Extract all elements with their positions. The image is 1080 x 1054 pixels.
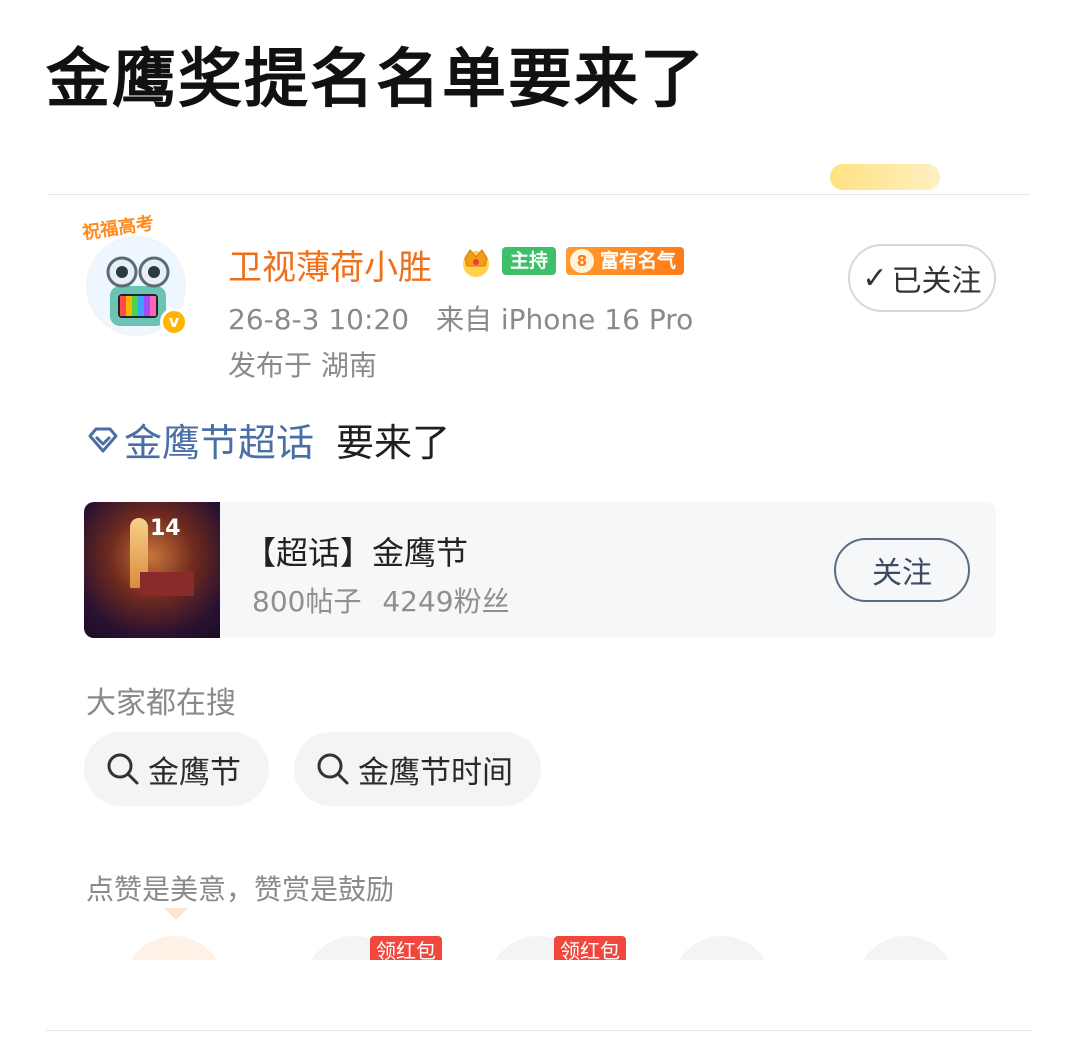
post-timestamp: 26-8-3 10:20 [228, 303, 410, 336]
avatar[interactable]: 祝福高考 v [81, 213, 192, 340]
thumbnail-number: 14 [150, 516, 181, 541]
host-badge[interactable]: 主持 [502, 247, 557, 275]
check-icon: ✓ [862, 260, 888, 296]
supertopic-thumbnail: 14 [84, 502, 220, 638]
faded-background-pill [830, 164, 940, 190]
post-source: 来自 iPhone 16 Pro [435, 303, 694, 336]
supertopic-fans: 4249粉丝 [382, 585, 510, 618]
supertopic-stats: 800帖子 4249粉丝 [252, 580, 510, 620]
search-heading: 大家都在搜 [86, 686, 236, 721]
red-packet-tag: 领红包 [554, 936, 626, 960]
search-chip-label: 金鹰节时间 [358, 754, 513, 791]
verified-badge-icon: v [160, 308, 188, 336]
page-headline: 金鹰奖提名名单要来了 [46, 43, 706, 117]
reward-text: 点赞是美意，赞赏是鼓励 [86, 873, 395, 906]
topic-link-label: 金鹰节超话 [124, 421, 315, 465]
red-packet-tag: 领红包 [370, 936, 442, 960]
stage-shape [140, 572, 194, 596]
gift-tip [164, 908, 188, 920]
crown-icon [463, 249, 489, 277]
search-chip[interactable]: 金鹰节时间 [294, 732, 541, 806]
search-chip-label: 金鹰节 [148, 754, 241, 791]
top-divider [48, 194, 1030, 195]
post-location: 发布于 湖南 [228, 349, 377, 382]
gift-option[interactable] [672, 936, 772, 960]
faded-background-strip [48, 112, 1028, 168]
search-icon [317, 753, 349, 785]
diamond-icon [88, 427, 118, 452]
fame-label: 富有名气 [600, 250, 677, 272]
post-body-text: 要来了 [336, 421, 451, 465]
followed-label: 已关注 [891, 264, 982, 299]
supertopic-card[interactable]: 14 【超话】金鹰节 800帖子 4249粉丝 关注 [84, 502, 996, 638]
fame-level: 8 [570, 249, 594, 273]
followed-button[interactable]: ✓ 已关注 [848, 244, 996, 312]
search-chip[interactable]: 金鹰节 [84, 732, 269, 806]
supertopic-posts: 800帖子 [252, 585, 362, 618]
bottom-divider [46, 1030, 1032, 1031]
post-meta: 26-8-3 10:20 来自 iPhone 16 Pro [228, 298, 693, 338]
topic-link[interactable]: 金鹰节超话 [86, 412, 314, 467]
supertopic-follow-button[interactable]: 关注 [834, 538, 970, 602]
gift-option[interactable] [124, 936, 224, 960]
gift-row: 领红包 领红包 [84, 908, 996, 960]
gift-option[interactable] [856, 936, 956, 960]
fame-badge[interactable]: 8 富有名气 [566, 247, 685, 275]
post-text: 金鹰节超话 要来了 [86, 412, 450, 467]
username[interactable]: 卫视薄荷小胜 [228, 240, 432, 289]
supertopic-title: 【超话】金鹰节 [244, 534, 469, 572]
search-icon [107, 753, 139, 785]
